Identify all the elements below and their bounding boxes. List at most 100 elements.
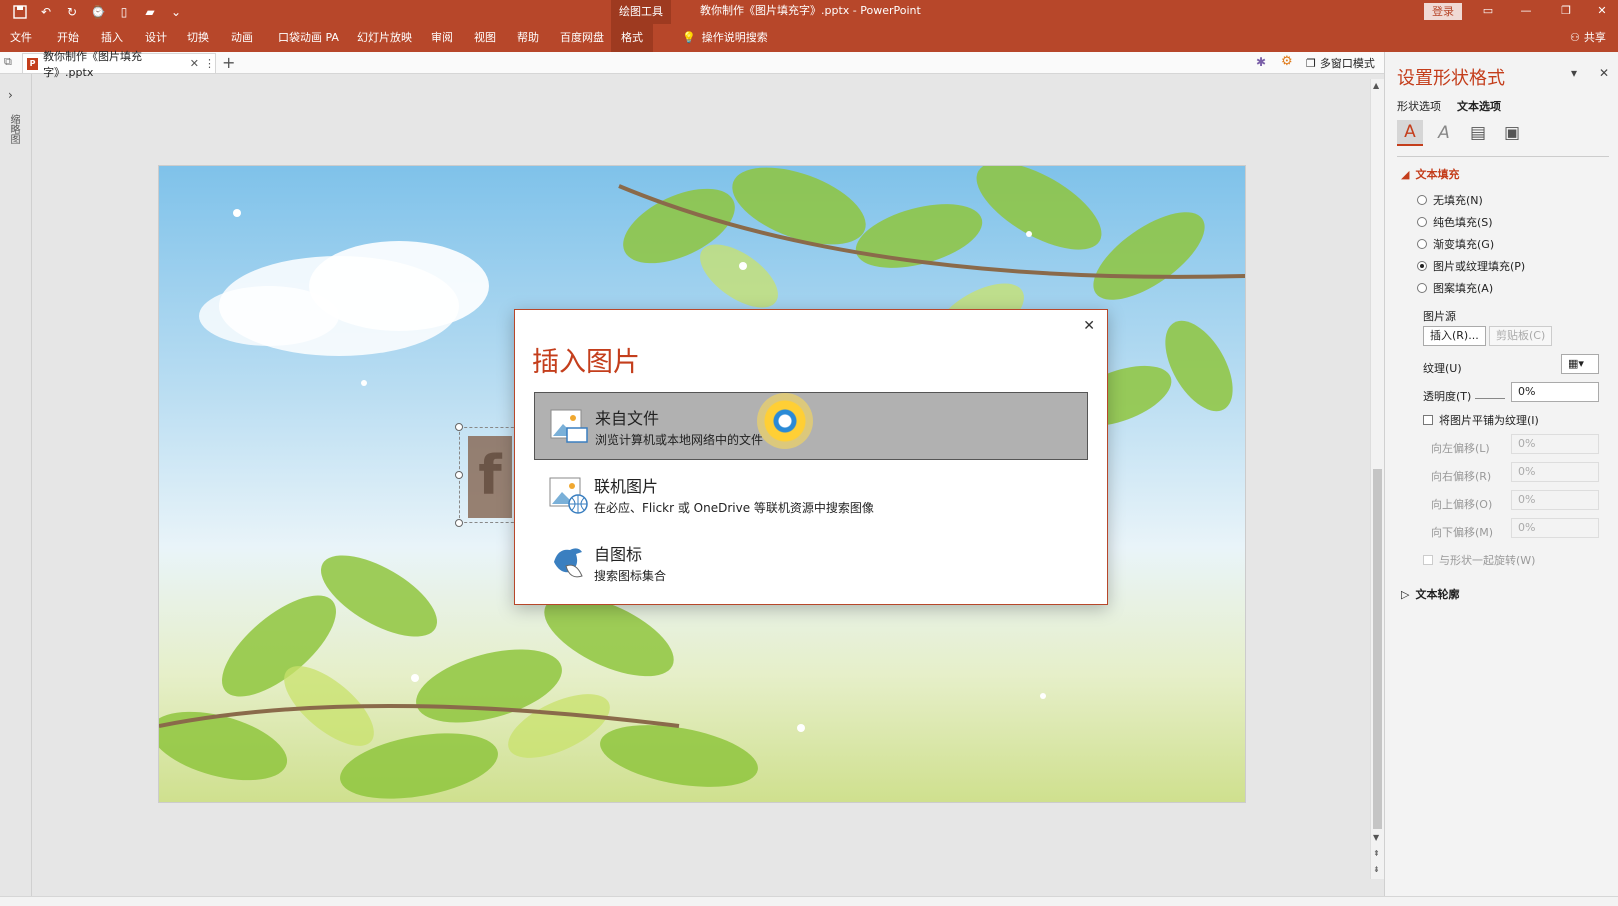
new-file-icon[interactable]: ▯	[114, 3, 134, 21]
tell-me-search[interactable]: 💡 操作说明搜索	[682, 24, 768, 52]
radio-label: 无填充(N)	[1433, 194, 1483, 207]
tab-menu-icon[interactable]: ⋮	[204, 57, 215, 70]
offset-bottom-input[interactable]: 0%	[1511, 518, 1599, 538]
no-fill-radio[interactable]: 无填充(N)	[1417, 192, 1483, 208]
checkbox-box	[1423, 415, 1433, 425]
from-file-description: 浏览计算机或本地网络中的文件	[595, 432, 764, 447]
insert-picture-button[interactable]: 插入(R)...	[1423, 326, 1486, 346]
pane-title: 设置形状格式	[1397, 68, 1505, 89]
offset-left-input[interactable]: 0%	[1511, 434, 1599, 454]
checkbox-label: 将图片平铺为纹理(I)	[1439, 414, 1539, 427]
format-shape-pane: 设置形状格式 ▾ ✕ 形状选项 文本选项 A A ▤ ▣ ◢ 文本填充 无填充(…	[1384, 52, 1618, 896]
texture-picker[interactable]: ▦▾	[1561, 354, 1599, 374]
textbox-icon[interactable]: ▤	[1465, 120, 1491, 146]
radio-indicator	[1417, 217, 1427, 227]
gradient-fill-radio[interactable]: 渐变填充(G)	[1417, 236, 1494, 252]
picture-texture-fill-radio[interactable]: 图片或纹理填充(P)	[1417, 258, 1525, 274]
online-pictures-option[interactable]: 联机图片 在必应、Flickr 或 OneDrive 等联机资源中搜索图像	[534, 460, 1088, 528]
radio-label: 图片或纹理填充(P)	[1433, 260, 1526, 273]
scrollbar-thumb[interactable]	[1373, 469, 1382, 829]
tab-transitions[interactable]: 切换	[187, 24, 209, 52]
save-icon[interactable]	[10, 3, 30, 21]
collapse-triangle-icon: ◢	[1401, 167, 1410, 181]
tab-list-icon[interactable]: ⧉	[4, 55, 12, 69]
add-tab-icon[interactable]: +	[222, 53, 235, 72]
tile-as-texture-checkbox[interactable]: 将图片平铺为纹理(I)	[1423, 412, 1539, 428]
close-window-icon[interactable]: ✕	[1584, 0, 1618, 24]
tab-shape-options[interactable]: 形状选项	[1397, 98, 1441, 114]
text-effects-icon[interactable]: A	[1431, 120, 1457, 146]
radio-indicator	[1417, 239, 1427, 249]
pattern-fill-radio[interactable]: 图案填充(A)	[1417, 280, 1493, 296]
text-placeholder[interactable]: f	[459, 427, 519, 523]
previous-slide-icon[interactable]: ⇞	[1373, 849, 1380, 858]
tab-help[interactable]: 帮助	[517, 24, 539, 52]
radio-label: 渐变填充(G)	[1433, 238, 1495, 251]
plugin-icon[interactable]: ✱	[1256, 55, 1266, 69]
offset-right-label: 向右偏移(R)	[1431, 470, 1492, 483]
resize-handle-middle-left[interactable]	[455, 471, 463, 479]
close-pane-icon[interactable]: ✕	[1599, 66, 1609, 80]
offset-top-input[interactable]: 0%	[1511, 490, 1599, 510]
transparency-input[interactable]: 0%	[1511, 382, 1599, 402]
online-picture-icon	[548, 474, 588, 514]
picture-filled-text: f	[468, 436, 512, 518]
tab-pocket-animation[interactable]: 口袋动画 PA	[278, 24, 339, 52]
tab-slideshow[interactable]: 幻灯片放映	[357, 24, 412, 52]
resize-handle-bottom-left[interactable]	[455, 519, 463, 527]
texture-dropdown-icon: ▦▾	[1568, 357, 1584, 370]
text-fill-section[interactable]: ◢ 文本填充	[1401, 166, 1459, 182]
undo-icon[interactable]: ↶	[36, 3, 56, 21]
share-button[interactable]: ⚇ 共享	[1570, 24, 1606, 52]
customize-qat-icon[interactable]: ⌄	[166, 3, 186, 21]
multi-window-mode-button[interactable]: ❐ 多窗口模式	[1306, 55, 1375, 71]
close-tab-icon[interactable]: ✕	[190, 57, 199, 70]
offset-left-label: 向左偏移(L)	[1431, 442, 1490, 455]
vertical-scrollbar[interactable]: ▲ ▼ ⇞ ⇟	[1370, 79, 1384, 879]
online-pictures-description: 在必应、Flickr 或 OneDrive 等联机资源中搜索图像	[594, 500, 874, 515]
document-tab[interactable]: P 教你制作《图片填充字》.pptx ✕ ⋮	[22, 50, 216, 79]
drawing-tools-context: 绘图工具	[611, 0, 671, 24]
tab-text-options[interactable]: 文本选项	[1457, 98, 1501, 114]
next-slide-icon[interactable]: ⇟	[1373, 865, 1380, 874]
pane-category-icons: A A ▤ ▣	[1397, 120, 1525, 146]
windows-icon: ❐	[1306, 56, 1316, 70]
alt-text-image-icon[interactable]: ▣	[1499, 120, 1525, 146]
present-icon[interactable]: ⌚	[88, 3, 108, 21]
tab-review[interactable]: 审阅	[431, 24, 453, 52]
window-title: 教你制作《图片填充字》.pptx - PowerPoint	[700, 4, 921, 17]
text-fill-outline-icon[interactable]: A	[1397, 120, 1423, 146]
from-file-title: 来自文件	[595, 408, 660, 428]
clipboard-button[interactable]: 剪贴板(C)	[1489, 326, 1553, 346]
offset-right-input[interactable]: 0%	[1511, 462, 1599, 482]
scroll-up-icon[interactable]: ▲	[1373, 81, 1379, 90]
pane-options-icon[interactable]: ▾	[1571, 66, 1577, 80]
thumbnail-strip[interactable]: › 缩略图	[0, 74, 32, 896]
open-folder-icon[interactable]: ▰	[140, 3, 160, 21]
tab-view[interactable]: 视图	[474, 24, 496, 52]
text-outline-section[interactable]: ▷ 文本轮廓	[1401, 586, 1459, 602]
dialog-title: 插入图片	[532, 347, 640, 378]
expand-thumbnails-icon[interactable]: ›	[8, 88, 13, 102]
minimize-icon[interactable]: —	[1508, 0, 1544, 24]
icons-option[interactable]: 自图标 搜索图标集合	[534, 528, 1088, 596]
rotate-with-shape-checkbox[interactable]: 与形状一起旋转(W)	[1423, 552, 1535, 568]
scroll-down-icon[interactable]: ▼	[1373, 833, 1379, 842]
ribbon-display-icon[interactable]: ▭	[1470, 0, 1506, 24]
restore-icon[interactable]: ❐	[1548, 0, 1584, 24]
tab-baidu-netdisk[interactable]: 百度网盘	[560, 24, 604, 52]
document-tab-bar: ⧉ P 教你制作《图片填充字》.pptx ✕ ⋮ + ✱ ⚙ ❐ 多窗口模式	[0, 50, 1384, 79]
tab-file[interactable]: 文件	[10, 24, 32, 52]
powerpoint-icon: P	[27, 57, 39, 70]
radio-label: 图案填充(A)	[1433, 282, 1494, 295]
resize-handle-top-left[interactable]	[455, 423, 463, 431]
tab-animations[interactable]: 动画	[231, 24, 253, 52]
transparency-slider[interactable]	[1475, 398, 1505, 399]
redo-icon[interactable]: ↻	[62, 3, 82, 21]
online-pictures-title: 联机图片	[594, 476, 659, 496]
tab-format[interactable]: 格式	[611, 24, 653, 52]
login-button[interactable]: 登录	[1424, 3, 1462, 20]
solid-fill-radio[interactable]: 纯色填充(S)	[1417, 214, 1493, 230]
settings-gear-icon[interactable]: ⚙	[1281, 54, 1293, 69]
close-dialog-icon[interactable]: ✕	[1083, 318, 1095, 334]
